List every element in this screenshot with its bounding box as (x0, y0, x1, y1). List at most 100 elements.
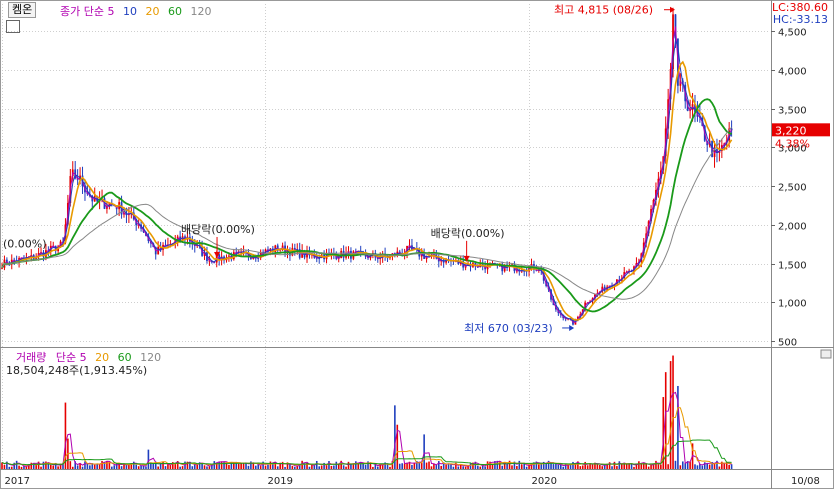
volume-bar (135, 464, 138, 469)
volume-bar (47, 464, 50, 469)
volume-bar (728, 464, 730, 469)
price-volume-chart[interactable]: 5001,0001,5002,0002,5003,0003,5004,0004,… (0, 0, 834, 489)
volume-bar (581, 465, 584, 469)
volume-bar (479, 466, 482, 469)
volume-bar (660, 464, 662, 469)
volume-bar (237, 463, 240, 469)
volume-bar (679, 465, 682, 469)
volume-bar (157, 466, 159, 469)
high-arrow-head (670, 6, 675, 13)
volume-bar (254, 465, 257, 469)
current-change-label: 4.38% (775, 137, 810, 150)
chart-window: 켐온 종가 단순 5 10 20 60 120 LC:380.60 HC:-33… (0, 0, 834, 489)
volume-ma5-line (1, 391, 732, 467)
volume-bar (389, 466, 391, 469)
volume-bar (189, 463, 191, 469)
volume-bar (398, 463, 401, 469)
volume-bar (276, 466, 279, 469)
volume-bar (245, 463, 247, 469)
volume-bar (418, 462, 421, 469)
volume-bar (59, 465, 62, 469)
volume-bar (42, 461, 45, 469)
volume-bar (525, 466, 528, 469)
volume-bar (423, 434, 425, 469)
volume-bar (618, 461, 621, 469)
dividend-label: 배당락(0.00%) (431, 227, 505, 240)
volume-bar (516, 465, 518, 469)
volume-bar (101, 460, 103, 469)
volume-bar (240, 462, 242, 469)
volume-bar (437, 461, 440, 469)
volume-bar (125, 465, 128, 469)
volume-bar (203, 465, 206, 469)
volume-bar (50, 464, 52, 469)
volume-bar (599, 464, 601, 469)
volume-bar (411, 464, 413, 469)
volume-bar (84, 461, 86, 469)
volume-bar (342, 465, 345, 469)
volume-bar (337, 464, 340, 469)
volume-bar (81, 466, 84, 469)
volume-bar (89, 465, 91, 469)
volume-bar (269, 461, 272, 469)
volume-bar (428, 461, 430, 469)
volume-bar (320, 465, 323, 469)
volume-bar (545, 463, 547, 469)
high-label: 최고 4,815 (08/26) (554, 4, 653, 17)
volume-bar (181, 466, 184, 469)
volume-bar (694, 464, 696, 469)
ma5-line (1, 26, 733, 323)
volume-bar (308, 466, 311, 469)
volume-bar (10, 466, 13, 469)
volume-bar (164, 466, 167, 469)
volume-bar (147, 449, 150, 469)
ma120-line (1, 126, 732, 300)
volume-bar (552, 464, 555, 469)
volume-ma60-line (1, 439, 732, 466)
volume-bar (681, 461, 684, 469)
volume-bar (218, 461, 220, 469)
volume-bar (486, 461, 489, 469)
volume-bar (633, 466, 635, 469)
volume-bar (555, 463, 557, 469)
volume-bar (313, 465, 316, 469)
volume-bar (106, 460, 108, 469)
volume-bar (628, 464, 630, 469)
volume-bar (518, 460, 521, 469)
volume-bar (40, 466, 42, 469)
time-tick-label: 2017 (5, 476, 30, 487)
volume-bar (572, 461, 574, 469)
price-tick-label: 3,500 (778, 106, 807, 117)
volume-bar (93, 464, 96, 469)
volume-bar (294, 466, 296, 469)
volume-bar (347, 461, 350, 469)
volume-bar (247, 465, 250, 469)
volume-bar (430, 466, 433, 469)
volume-bar (71, 466, 74, 469)
volume-bar (647, 466, 650, 469)
volume-bar (452, 466, 455, 469)
volume-bar (191, 466, 194, 469)
volume-pane-scroll-button[interactable] (820, 349, 832, 359)
volume-bar (484, 466, 486, 469)
volume-bar (645, 463, 647, 469)
volume-bar (655, 460, 657, 469)
volume-bar (440, 465, 443, 469)
volume-bar (689, 461, 691, 469)
volume-bar (213, 461, 216, 469)
volume-bar (725, 463, 728, 469)
volume-bar (57, 466, 59, 469)
volume-bar (511, 465, 513, 469)
volume-bar (413, 462, 416, 469)
volume-bar (335, 461, 338, 469)
volume-bar (284, 466, 286, 469)
volume-bar (318, 466, 321, 469)
volume-bar (228, 464, 230, 469)
volume-bar (403, 463, 406, 469)
price-tick-label: 1,500 (778, 261, 807, 272)
volume-bar (350, 464, 352, 469)
ma20-line (1, 60, 733, 321)
volume-bar (372, 466, 374, 469)
time-tick-label: 2019 (268, 476, 293, 487)
volume-bar (469, 463, 472, 469)
